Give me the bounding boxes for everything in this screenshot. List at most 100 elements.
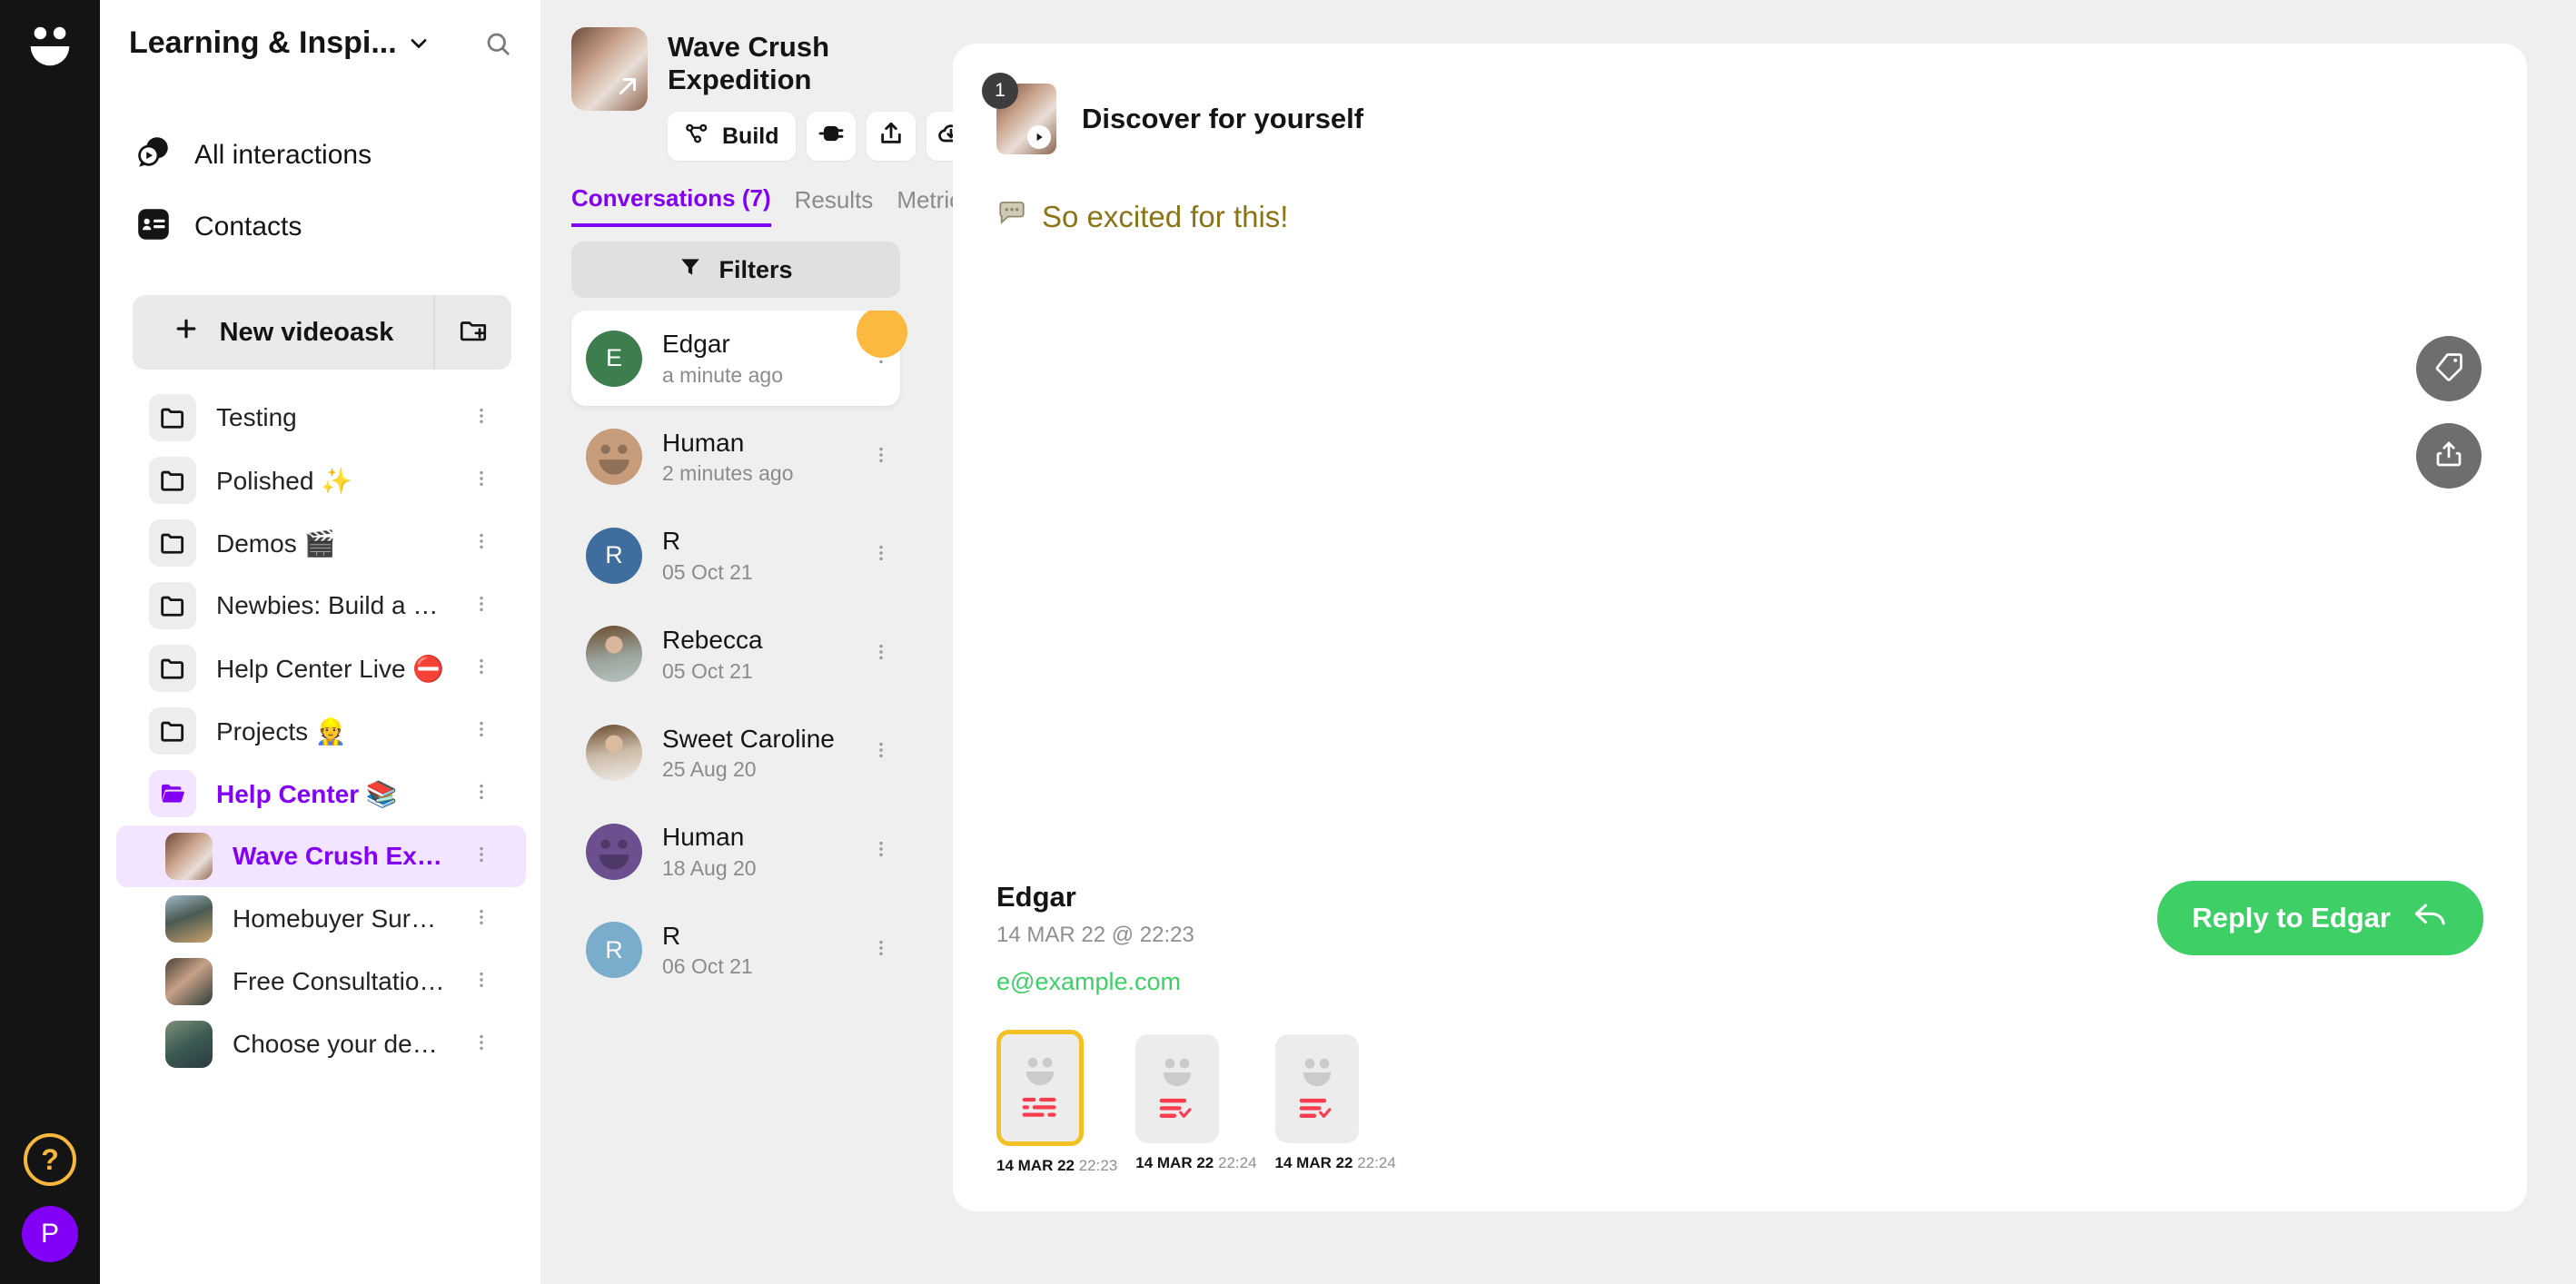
folder-icon [149,582,196,629]
videoask-tabs: Conversations (7) Results Metrics [540,161,1023,228]
videoask-thumbnail [165,1021,213,1068]
conversation-list-item[interactable]: R R 06 Oct 21 [571,903,900,998]
answer-thumbnail-card [996,1030,1084,1146]
user-avatar[interactable]: P [22,1206,78,1262]
detail-float-actions [2416,336,2482,489]
sidebar-item-label: Polished ✨ [216,466,353,495]
sidebar-folder-item[interactable]: Newbies: Build a Vi... [116,575,526,637]
conversation-list-item[interactable]: R R 05 Oct 21 [571,508,900,603]
detail-question-row: 1 Discover for yourself [982,73,2483,154]
sidebar-item-contacts[interactable]: Contacts [100,191,540,262]
workspace-title[interactable]: Learning & Inspi... [129,25,397,61]
conversation-list-item[interactable]: Human 2 minutes ago [571,410,900,505]
tab-conversations[interactable]: Conversations (7) [571,184,771,228]
conversation-list-item[interactable]: Sweet Caroline 25 Aug 20 [571,706,900,801]
more-vertical-icon[interactable] [866,938,897,963]
sidebar-videoask-item[interactable]: Free Consultation ... [116,951,526,1012]
tab-results[interactable]: Results [795,186,874,225]
smiley-icon [1153,1057,1202,1092]
conversation-list-item[interactable]: E Edgar a minute ago [571,311,907,406]
sidebar-folder-item[interactable]: Projects 👷 [116,700,526,762]
videoask-thumbnail [165,895,213,943]
conversation-time: 05 Oct 21 [662,560,753,585]
sidebar: Learning & Inspi... All interactions Con… [100,0,540,1284]
answer-row: So excited for this! [996,198,2483,236]
tag-button[interactable] [2416,336,2482,401]
more-vertical-icon[interactable] [866,740,897,765]
sidebar-item-label: Help Center 📚 [216,779,398,808]
person-name: Edgar [996,881,1076,913]
more-vertical-icon[interactable] [466,469,497,493]
conversation-name: Sweet Caroline [662,724,835,753]
left-rail: ? P [0,0,100,1284]
videoask-smiley-logo-icon[interactable] [24,20,76,73]
answer-time: 22:24 [1357,1154,1396,1171]
more-vertical-icon[interactable] [866,642,897,667]
help-label: ? [41,1142,59,1176]
share-conversation-button[interactable] [2416,423,2482,489]
more-vertical-icon[interactable] [466,657,497,681]
more-vertical-icon[interactable] [466,844,497,869]
sidebar-folder-item[interactable]: Help Center Live ⛔ [116,637,526,699]
avatar [586,626,642,683]
sidebar-folder-item[interactable]: Polished ✨ [116,449,526,511]
new-folder-button[interactable] [433,295,511,370]
new-videoask-button[interactable]: New videoask [133,295,433,370]
conversation-text: Sweet Caroline 25 Aug 20 [662,724,846,783]
avatar-initial: R [605,541,623,569]
videoask-panel: Wave Crush Expedition Build Conversation… [540,0,1023,1284]
more-vertical-icon[interactable] [466,907,497,932]
more-vertical-icon[interactable] [466,594,497,618]
more-vertical-icon[interactable] [866,839,897,864]
more-vertical-icon[interactable] [466,719,497,744]
more-vertical-icon[interactable] [866,543,897,568]
reply-button[interactable]: Reply to Edgar [2157,881,2483,955]
build-button[interactable]: Build [668,112,796,162]
more-vertical-icon[interactable] [466,1032,497,1057]
conversation-name: R [662,921,681,950]
more-vertical-icon[interactable] [466,782,497,806]
avatar: E [586,330,642,387]
sidebar-folder-item[interactable]: Testing [116,387,526,449]
folder-open-icon [149,770,196,817]
chevron-down-icon[interactable] [406,31,431,56]
sidebar-videoask-item[interactable]: Homebuyer Survey [116,888,526,950]
answer-type-icon [1297,1098,1337,1124]
person-block: Edgar 14 MAR 22 @ 22:23 e@example.com [996,881,1194,996]
conversation-list-item[interactable]: Human 18 Aug 20 [571,804,900,899]
help-button[interactable]: ? [24,1133,76,1186]
share-button[interactable] [866,112,916,162]
sidebar-videoask-item[interactable]: Wave Crush Expe... [116,825,526,887]
answer-thumbnail[interactable]: 14 MAR 22 22:24 [1274,1034,1396,1172]
embed-button[interactable] [806,112,856,162]
videoask-title-row: Wave Crush Expedition Build [571,27,976,162]
answer-type-icon [1157,1098,1197,1124]
answer-thumbnail[interactable]: 14 MAR 22 22:24 [1135,1034,1257,1172]
sidebar-folder-item[interactable]: Demos 🎬 [116,512,526,574]
answer-thumbnail-strip: 14 MAR 22 22:23 14 MAR 22 22:24 14 MAR 22 … [996,1030,2483,1175]
more-vertical-icon[interactable] [466,531,497,556]
filters-button[interactable]: Filters [571,242,900,299]
videoask-header: Wave Crush Expedition Build [540,0,976,162]
workspace-header: Learning & Inspi... [100,0,540,70]
new-videoask-label: New videoask [219,317,394,347]
search-icon[interactable] [484,30,511,57]
conversation-list-item[interactable]: Rebecca 05 Oct 21 [571,607,900,702]
more-vertical-icon[interactable] [866,445,897,469]
sidebar-folder-item[interactable]: Help Center 📚 [116,763,526,825]
sidebar-item-label: Projects 👷 [216,716,347,746]
question-thumbnail[interactable]: 1 [982,73,1056,154]
more-vertical-icon[interactable] [466,970,497,994]
videoask-thumbnail [165,958,213,1005]
contacts-icon [134,205,173,248]
answer-thumbnail-card [1274,1034,1359,1143]
more-vertical-icon[interactable] [466,406,497,430]
videoask-thumbnail[interactable] [571,27,648,111]
person-email[interactable]: e@example.com [996,968,1194,996]
sidebar-item-all-interactions[interactable]: All interactions [100,119,540,191]
all-interactions-icon [134,133,173,176]
answer-thumbnail[interactable]: 14 MAR 22 22:23 [996,1030,1117,1175]
build-label: Build [722,123,779,149]
sidebar-videoask-item[interactable]: Choose your desti... [116,1013,526,1075]
app-root: ? P Learning & Inspi... All interactions… [0,0,2576,1284]
